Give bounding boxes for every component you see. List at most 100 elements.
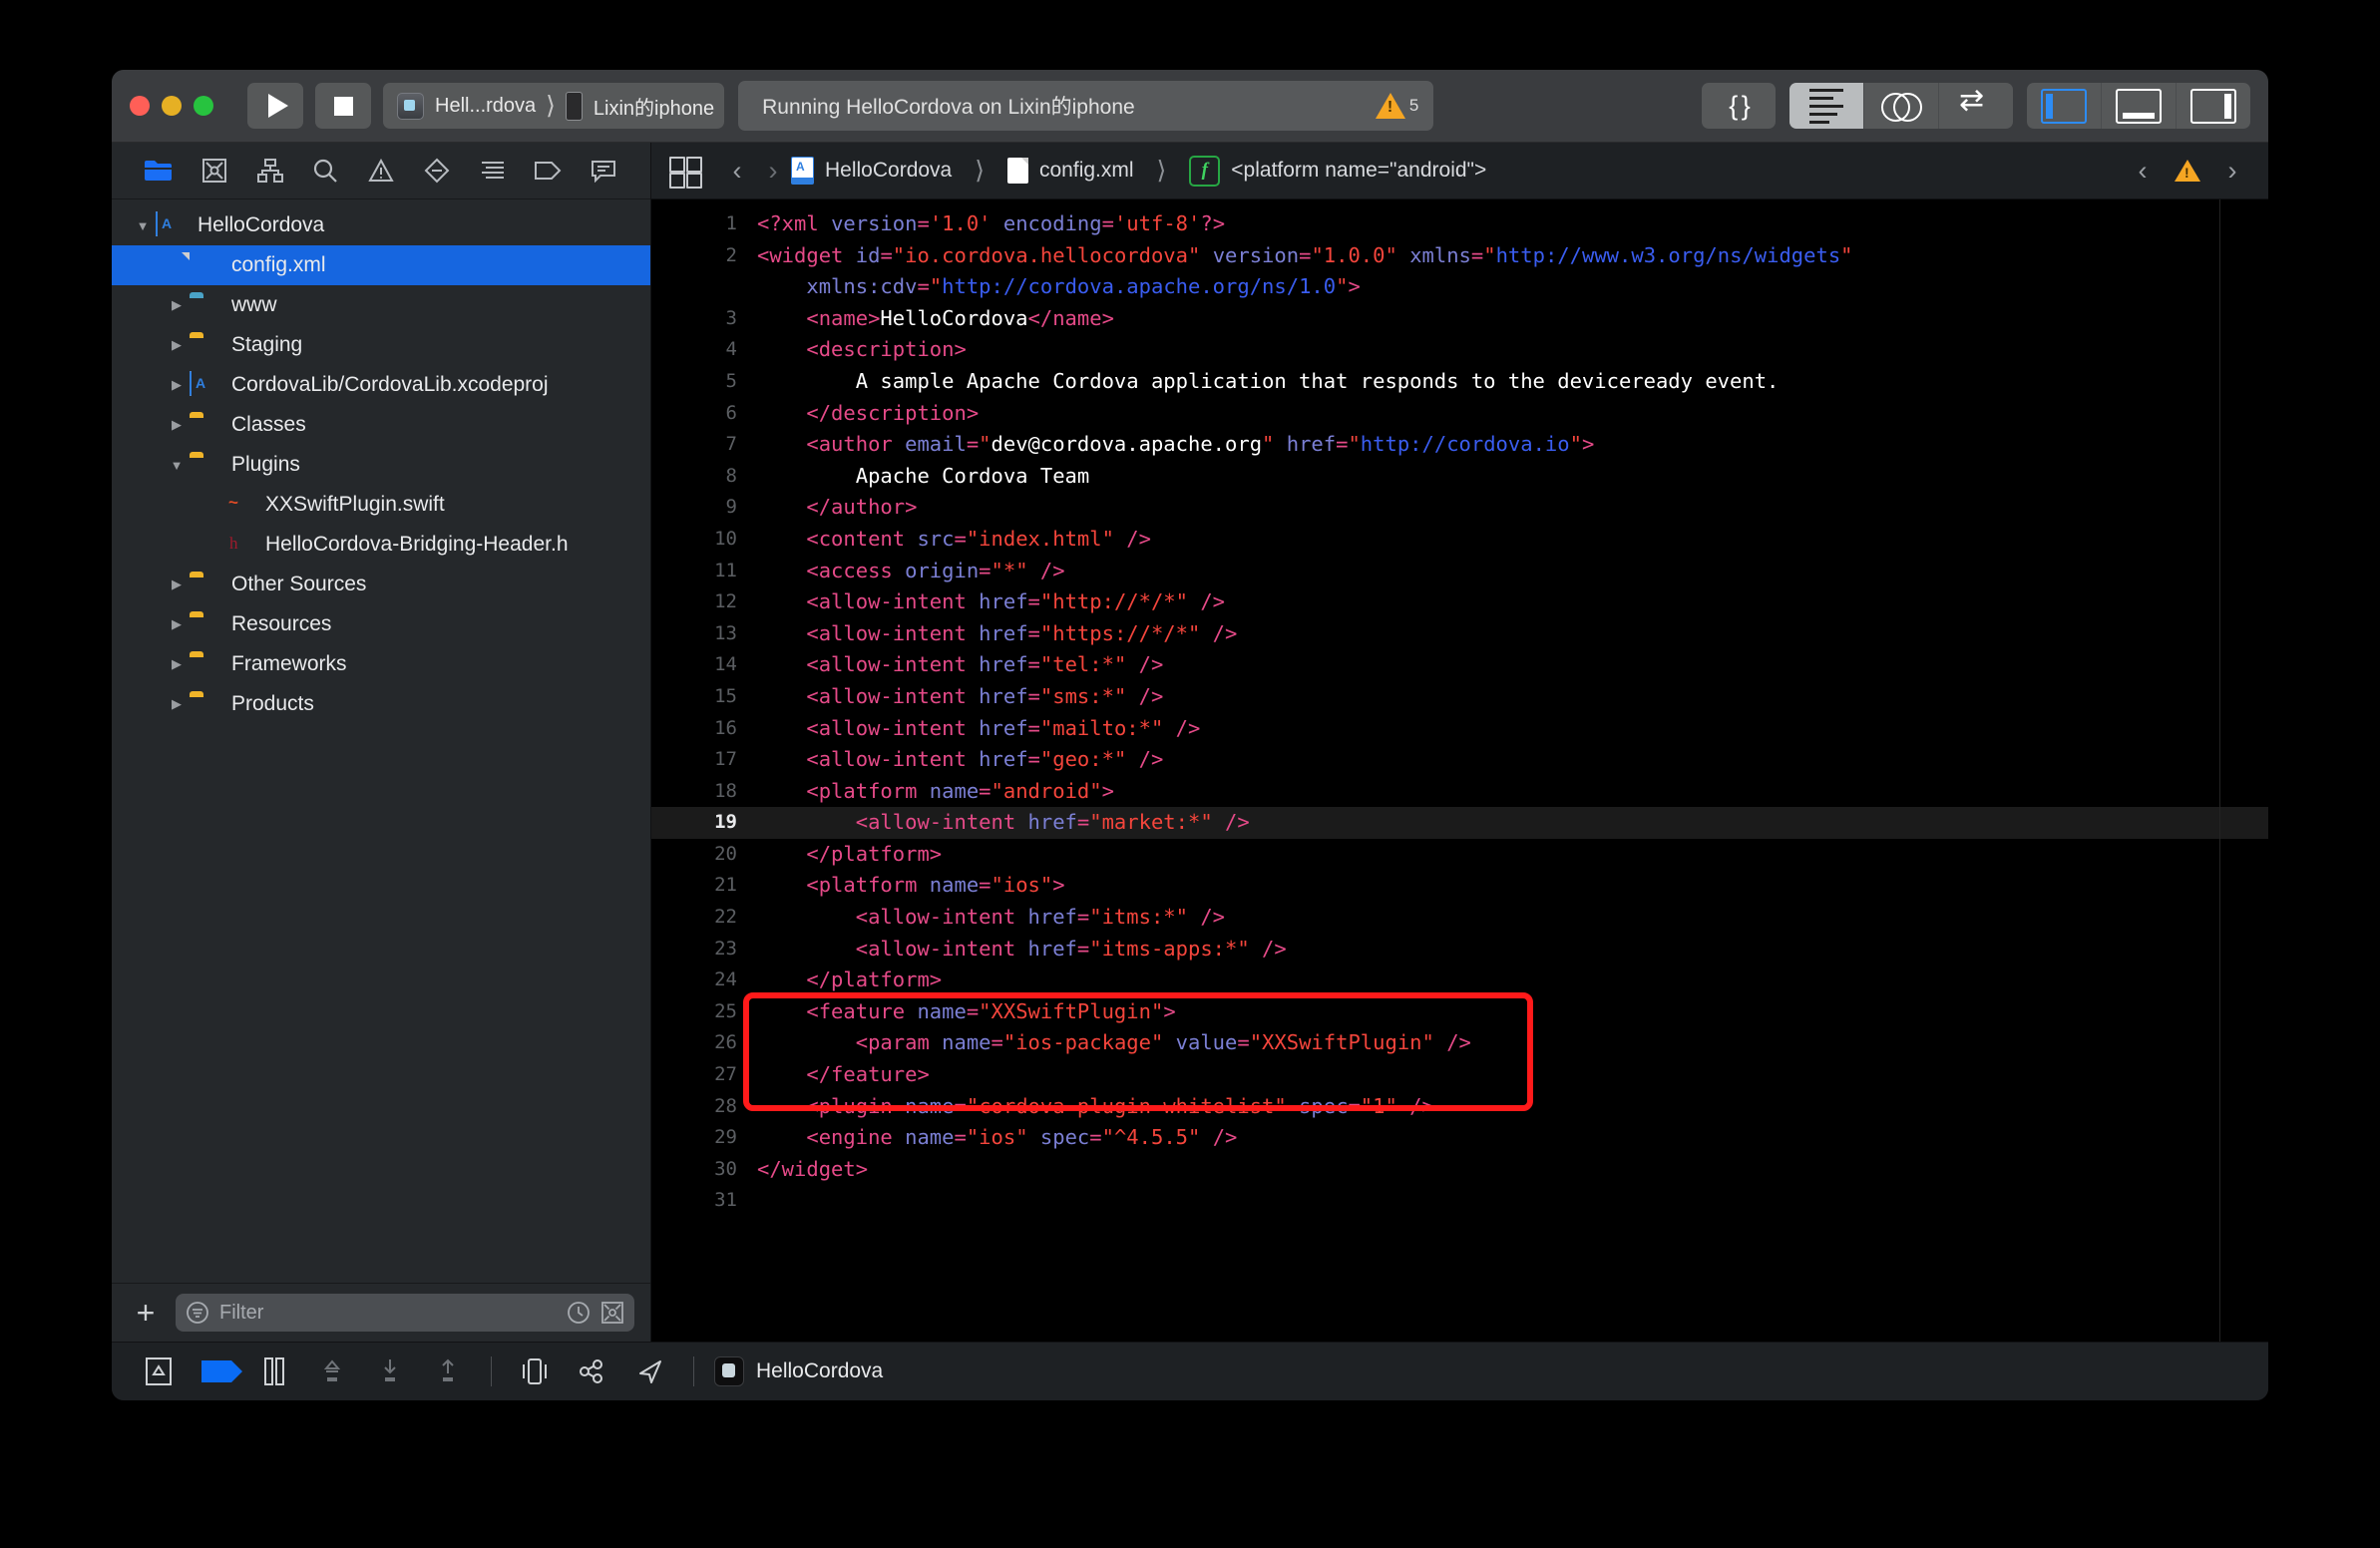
code-line[interactable]: 1<?xml version='1.0' encoding='utf-8'?> <box>651 208 2268 240</box>
code-line[interactable]: 18 <platform name="android"> <box>651 776 2268 808</box>
code-text[interactable]: <platform name="ios"> <box>757 870 2268 902</box>
code-line[interactable]: 19 <allow-intent href="market:*" /> <box>651 807 2268 839</box>
disclosure-triangle[interactable] <box>164 417 190 433</box>
code-line[interactable]: 8 Apache Cordova Team <box>651 461 2268 493</box>
code-text[interactable]: <allow-intent href="itms-apps:*" /> <box>757 934 2268 966</box>
simulate-location-icon[interactable] <box>621 1352 679 1391</box>
tree-row[interactable]: Products <box>112 684 650 724</box>
step-into-icon[interactable] <box>361 1352 419 1391</box>
tree-row[interactable]: www <box>112 285 650 325</box>
code-line[interactable]: 9 </author> <box>651 492 2268 524</box>
zoom-button[interactable] <box>194 96 213 116</box>
code-text[interactable]: </platform> <box>757 965 2268 996</box>
symbol-navigator-tab[interactable] <box>243 152 297 190</box>
code-text[interactable]: <allow-intent href="geo:*" /> <box>757 744 2268 776</box>
code-line[interactable]: 10 <content src="index.html" /> <box>651 524 2268 556</box>
code-text[interactable]: <allow-intent href="market:*" /> <box>757 807 2268 839</box>
disclosure-triangle[interactable] <box>164 458 190 473</box>
source-editor[interactable]: 1<?xml version='1.0' encoding='utf-8'?>2… <box>651 199 2268 1342</box>
close-button[interactable] <box>130 96 150 116</box>
breadcrumb[interactable]: HelloCordova ⟩ config.xml ⟩ f <platform … <box>791 156 1486 187</box>
code-text[interactable]: Apache Cordova Team <box>757 461 2268 493</box>
pause-icon[interactable] <box>245 1352 303 1391</box>
disclosure-triangle[interactable] <box>164 616 190 632</box>
code-line[interactable]: 3 <name>HelloCordova</name> <box>651 303 2268 335</box>
code-text[interactable]: <feature name="XXSwiftPlugin"> <box>757 996 2268 1028</box>
filter-field[interactable]: Filter <box>176 1294 634 1332</box>
disclosure-triangle[interactable] <box>164 297 190 313</box>
step-out-icon[interactable] <box>419 1352 477 1391</box>
code-line[interactable]: 30</widget> <box>651 1154 2268 1186</box>
code-line[interactable]: 31 <box>651 1185 2268 1217</box>
code-line[interactable]: 11 <access origin="*" /> <box>651 556 2268 587</box>
disclosure-triangle[interactable] <box>164 377 190 393</box>
code-text[interactable]: <platform name="android"> <box>757 776 2268 808</box>
tree-row[interactable]: HelloCordova-Bridging-Header.h <box>112 525 650 565</box>
code-line[interactable]: 6 </description> <box>651 398 2268 430</box>
code-line[interactable]: 24 </platform> <box>651 965 2268 996</box>
code-text[interactable]: xmlns:cdv="http://cordova.apache.org/ns/… <box>757 271 2268 303</box>
code-line[interactable]: 27 </feature> <box>651 1059 2268 1091</box>
version-editor-button[interactable] <box>1939 83 2013 129</box>
code-line[interactable]: xmlns:cdv="http://cordova.apache.org/ns/… <box>651 271 2268 303</box>
add-file-button[interactable]: + <box>128 1295 164 1332</box>
project-file-tree[interactable]: HelloCordovaconfig.xmlwwwStagingCordovaL… <box>112 199 650 1283</box>
disclosure-triangle[interactable] <box>164 656 190 672</box>
code-text[interactable]: <content src="index.html" /> <box>757 524 2268 556</box>
standard-editor-button[interactable] <box>1789 83 1864 129</box>
code-line[interactable]: 16 <allow-intent href="mailto:*" /> <box>651 713 2268 745</box>
destination-name[interactable]: Lixin的iphone <box>594 92 714 121</box>
code-line[interactable]: 29 <engine name="ios" spec="^4.5.5" /> <box>651 1122 2268 1154</box>
code-text[interactable]: <allow-intent href="tel:*" /> <box>757 649 2268 681</box>
chevron-left-icon[interactable]: ‹ <box>719 156 755 187</box>
code-text[interactable]: </platform> <box>757 839 2268 871</box>
tree-row[interactable]: config.xml <box>112 245 650 285</box>
code-line[interactable]: 20 </platform> <box>651 839 2268 871</box>
tree-row[interactable]: Frameworks <box>112 644 650 684</box>
toggle-inspector-button[interactable] <box>2177 83 2250 129</box>
project-navigator-tab[interactable] <box>132 152 186 190</box>
minimize-button[interactable] <box>162 96 182 116</box>
grid-icon[interactable] <box>669 156 703 186</box>
tree-row[interactable]: Other Sources <box>112 565 650 604</box>
issue-navigator-tab[interactable] <box>354 152 408 190</box>
breakpoints-flag-icon[interactable] <box>188 1352 245 1391</box>
scheme-name[interactable]: Hell...rdova <box>435 95 536 118</box>
code-line[interactable]: 14 <allow-intent href="tel:*" /> <box>651 649 2268 681</box>
code-text[interactable]: <param name="ios-package" value="XXSwift… <box>757 1027 2268 1059</box>
tree-row[interactable]: Staging <box>112 325 650 365</box>
code-text[interactable]: <allow-intent href="sms:*" /> <box>757 681 2268 713</box>
code-text[interactable]: </widget> <box>757 1154 2268 1186</box>
code-text[interactable]: <name>HelloCordova</name> <box>757 303 2268 335</box>
disclosure-triangle[interactable] <box>164 577 190 592</box>
code-line[interactable]: 25 <feature name="XXSwiftPlugin"> <box>651 996 2268 1028</box>
report-navigator-tab[interactable] <box>577 152 630 190</box>
tree-row[interactable]: XXSwiftPlugin.swift <box>112 485 650 525</box>
show-debug-area-icon[interactable] <box>130 1352 188 1391</box>
toggle-debug-area-button[interactable] <box>2102 83 2177 129</box>
stop-button[interactable] <box>315 83 371 129</box>
code-text[interactable]: <access origin="*" /> <box>757 556 2268 587</box>
code-text[interactable]: </author> <box>757 492 2268 524</box>
clock-icon[interactable] <box>567 1301 591 1325</box>
code-text[interactable]: A sample Apache Cordova application that… <box>757 366 2268 398</box>
previous-issue-icon[interactable]: ‹ <box>2125 156 2161 187</box>
toggle-navigator-button[interactable] <box>2027 83 2102 129</box>
test-navigator-tab[interactable] <box>410 152 464 190</box>
chevron-right-icon[interactable]: › <box>755 156 791 187</box>
code-line[interactable]: 21 <platform name="ios"> <box>651 870 2268 902</box>
code-text[interactable]: <plugin name="cordova-plugin-whitelist" … <box>757 1091 2268 1123</box>
code-line[interactable]: 17 <allow-intent href="geo:*" /> <box>651 744 2268 776</box>
next-issue-icon[interactable]: › <box>2214 156 2250 187</box>
code-line[interactable]: 12 <allow-intent href="http://*/*" /> <box>651 586 2268 618</box>
code-text[interactable]: <allow-intent href="http://*/*" /> <box>757 586 2268 618</box>
code-line[interactable]: 26 <param name="ios-package" value="XXSw… <box>651 1027 2268 1059</box>
code-text[interactable]: <allow-intent href="itms:*" /> <box>757 902 2268 934</box>
memory-graph-icon[interactable] <box>564 1352 621 1391</box>
code-line[interactable]: 22 <allow-intent href="itms:*" /> <box>651 902 2268 934</box>
code-line[interactable]: 2<widget id="io.cordova.hellocordova" ve… <box>651 240 2268 272</box>
source-control-navigator-tab[interactable] <box>188 152 241 190</box>
source-control-filter-icon[interactable] <box>600 1301 624 1325</box>
code-line[interactable]: 5 A sample Apache Cordova application th… <box>651 366 2268 398</box>
code-line[interactable]: 7 <author email="dev@cordova.apache.org"… <box>651 429 2268 461</box>
